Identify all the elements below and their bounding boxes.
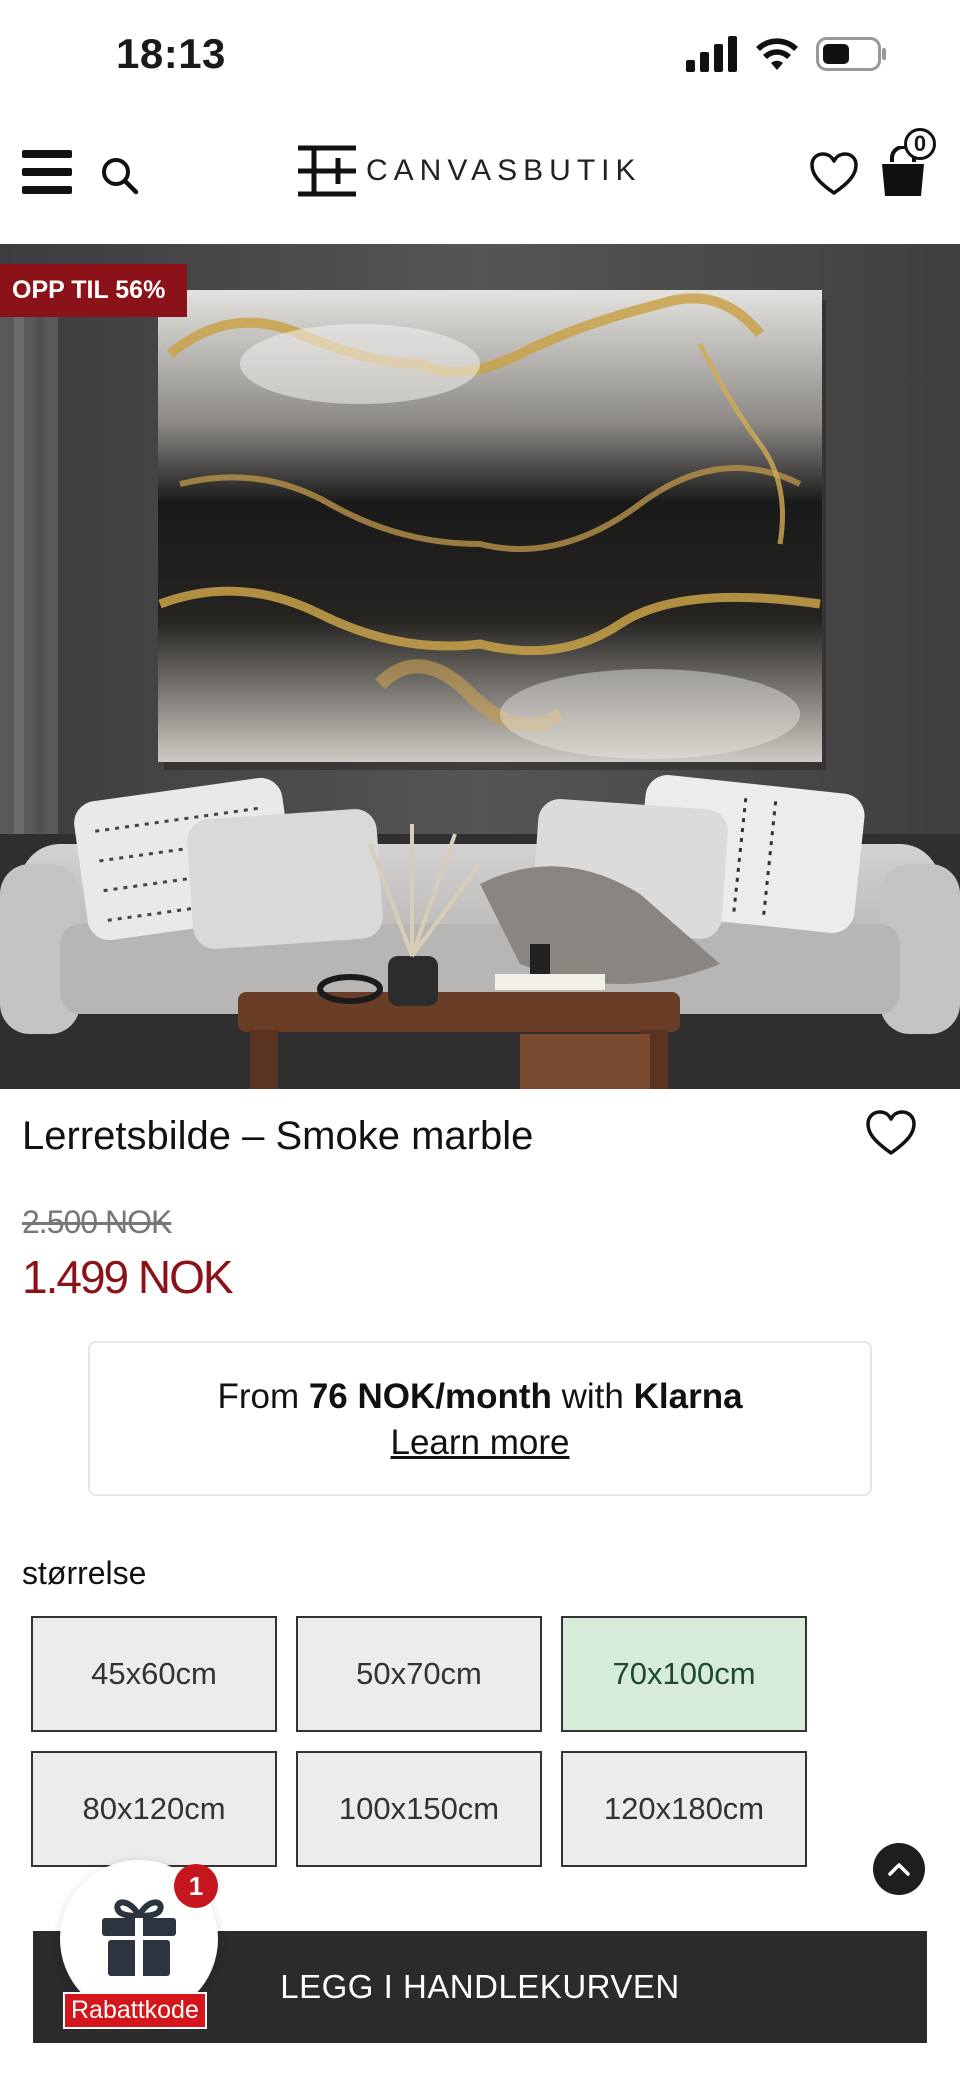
klarna-box: From 76 NOK/month with Klarna Learn more <box>88 1341 872 1496</box>
favorite-heart-icon[interactable] <box>866 1110 916 1156</box>
size-option-70x100-selected[interactable]: 70x100cm <box>561 1616 807 1732</box>
chevron-up-icon <box>888 1863 910 1876</box>
wishlist-heart-icon[interactable] <box>810 152 858 196</box>
size-option-50x70[interactable]: 50x70cm <box>296 1616 542 1732</box>
discount-code-widget[interactable]: 1 Rabattkode <box>60 1860 218 2029</box>
product-image[interactable]: OPP TIL 56% <box>0 244 960 1089</box>
search-icon[interactable] <box>100 156 140 196</box>
discount-count-badge: 1 <box>174 1864 218 1908</box>
discount-code-label: Rabattkode <box>63 1992 207 2029</box>
menu-icon[interactable] <box>22 150 72 194</box>
gift-icon <box>102 1899 176 1976</box>
size-option-120x180[interactable]: 120x180cm <box>561 1751 807 1867</box>
klarna-installment-text: From 76 NOK/month with Klarna <box>217 1377 743 1416</box>
discount-badge: OPP TIL 56% <box>0 264 188 317</box>
size-option-80x120[interactable]: 80x120cm <box>31 1751 277 1867</box>
battery-icon <box>816 37 886 71</box>
status-bar: 18:13 <box>0 0 960 110</box>
original-price: 2.500 NOK <box>22 1204 172 1240</box>
product-title: Lerretsbilde – Smoke marble <box>22 1114 534 1158</box>
scroll-to-top-button[interactable] <box>873 1843 925 1895</box>
cart-count-badge: 0 <box>904 128 936 160</box>
size-option-100x150[interactable]: 100x150cm <box>296 1751 542 1867</box>
size-option-45x60[interactable]: 45x60cm <box>31 1616 277 1732</box>
status-icons <box>686 36 888 72</box>
signal-icon <box>686 36 737 72</box>
brand-logo[interactable]: CANVASBUTIK <box>296 144 642 198</box>
room-scene-illustration <box>0 244 960 1089</box>
brand-name: CANVASBUTIK <box>366 154 642 187</box>
sale-price: 1.499 NOK <box>22 1251 234 1303</box>
logo-mark-icon <box>298 145 356 197</box>
status-time: 18:13 <box>116 30 226 77</box>
wifi-icon <box>756 38 798 70</box>
klarna-brand: Klarna <box>633 1377 743 1416</box>
klarna-learn-more-link[interactable]: Learn more <box>391 1423 570 1463</box>
size-label: størrelse <box>22 1555 147 1591</box>
klarna-amount: 76 NOK/month <box>308 1377 552 1416</box>
site-header: CANVASBUTIK 0 <box>0 110 960 244</box>
